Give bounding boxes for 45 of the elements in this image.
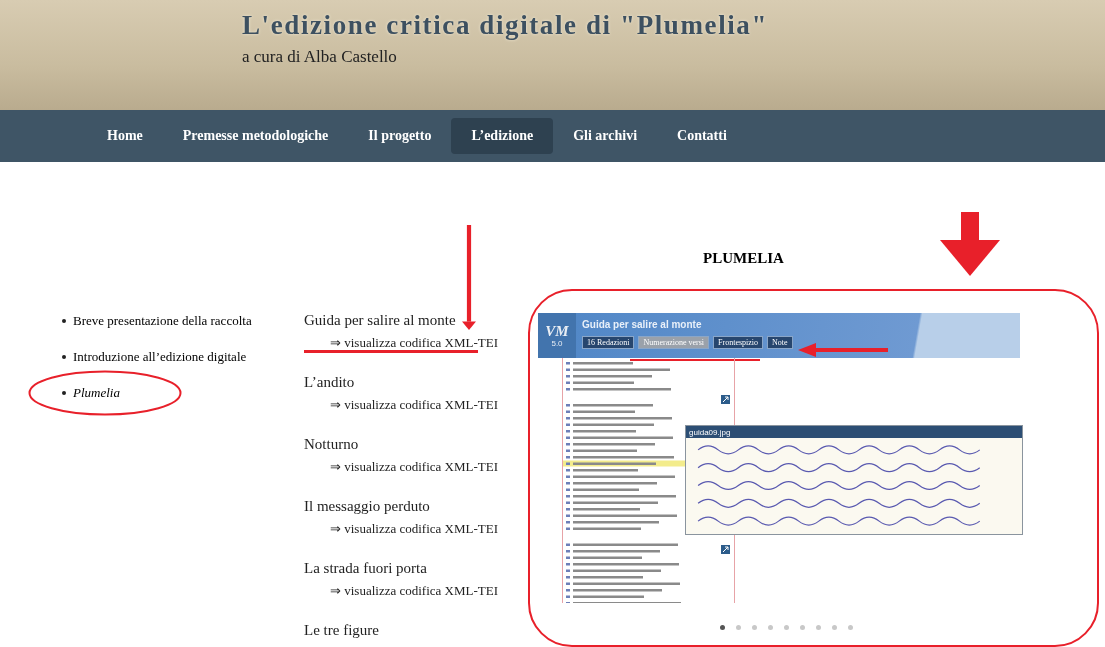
- image-window-title: guida09.jpg: [686, 426, 1022, 438]
- carousel-dot[interactable]: [784, 625, 789, 630]
- xml-tei-link[interactable]: ⇒ visualizza codifica XML-TEI: [330, 335, 498, 351]
- xml-tei-link[interactable]: ⇒ visualizza codifica XML-TEI: [330, 459, 498, 475]
- carousel-dot[interactable]: [816, 625, 821, 630]
- expand-icon[interactable]: [721, 545, 730, 554]
- nav-tab[interactable]: Premesse metodologiche: [162, 118, 349, 154]
- carousel-dot[interactable]: [720, 625, 725, 630]
- poem-title: Il messaggio perduto: [304, 498, 430, 515]
- viewer-button[interactable]: 16 Redazioni: [582, 336, 635, 349]
- poem-title: Le tre figure: [304, 622, 379, 639]
- bullet-icon: [62, 391, 66, 395]
- nav-tab[interactable]: Contatti: [657, 118, 747, 154]
- carousel-dot[interactable]: [848, 625, 853, 630]
- nav-tab[interactable]: L’edizione: [451, 118, 554, 154]
- poem-title: La strada fuori porta: [304, 560, 427, 577]
- site-title: L'edizione critica digitale di "Plumelia": [242, 10, 769, 41]
- bullet-icon: [62, 355, 66, 359]
- carousel-dot[interactable]: [800, 625, 805, 630]
- poem-title: Notturno: [304, 436, 359, 453]
- expand-icon[interactable]: [721, 395, 730, 404]
- viewer-title: Guida per salire al monte: [582, 319, 703, 330]
- viewer-button[interactable]: Note: [767, 336, 793, 349]
- sidebar-link[interactable]: Plumelia: [73, 385, 120, 401]
- site-subtitle: a cura di Alba Castello: [242, 47, 397, 67]
- xml-tei-link[interactable]: ⇒ visualizza codifica XML-TEI: [330, 397, 498, 413]
- carousel-dot[interactable]: [832, 625, 837, 630]
- nav-tab[interactable]: Gli archivi: [553, 118, 658, 154]
- logo-text: VM: [545, 323, 569, 339]
- sidebar-link[interactable]: Breve presentazione della raccolta: [73, 313, 252, 329]
- xml-tei-link[interactable]: ⇒ visualizza codifica XML-TEI: [330, 583, 498, 599]
- poem-title: L’andito: [304, 374, 355, 391]
- logo-version: 5.0: [551, 338, 563, 348]
- bullet-icon: [62, 319, 66, 323]
- sidebar-link[interactable]: Introduzione all’edizione digitale: [73, 349, 247, 365]
- annotation-arrow: [940, 212, 1000, 276]
- section-heading: PLUMELIA: [703, 250, 784, 268]
- carousel-dot[interactable]: [768, 625, 773, 630]
- nav-tab[interactable]: Home: [87, 118, 163, 154]
- poem-title: Guida per salire al monte: [304, 312, 456, 329]
- nav-tab[interactable]: Il progetto: [348, 118, 452, 154]
- carousel-dot[interactable]: [752, 625, 757, 630]
- carousel-dot[interactable]: [736, 625, 741, 630]
- viewer-button[interactable]: Frontespizio: [713, 336, 764, 349]
- xml-tei-link[interactable]: ⇒ visualizza codifica XML-TEI: [330, 521, 498, 537]
